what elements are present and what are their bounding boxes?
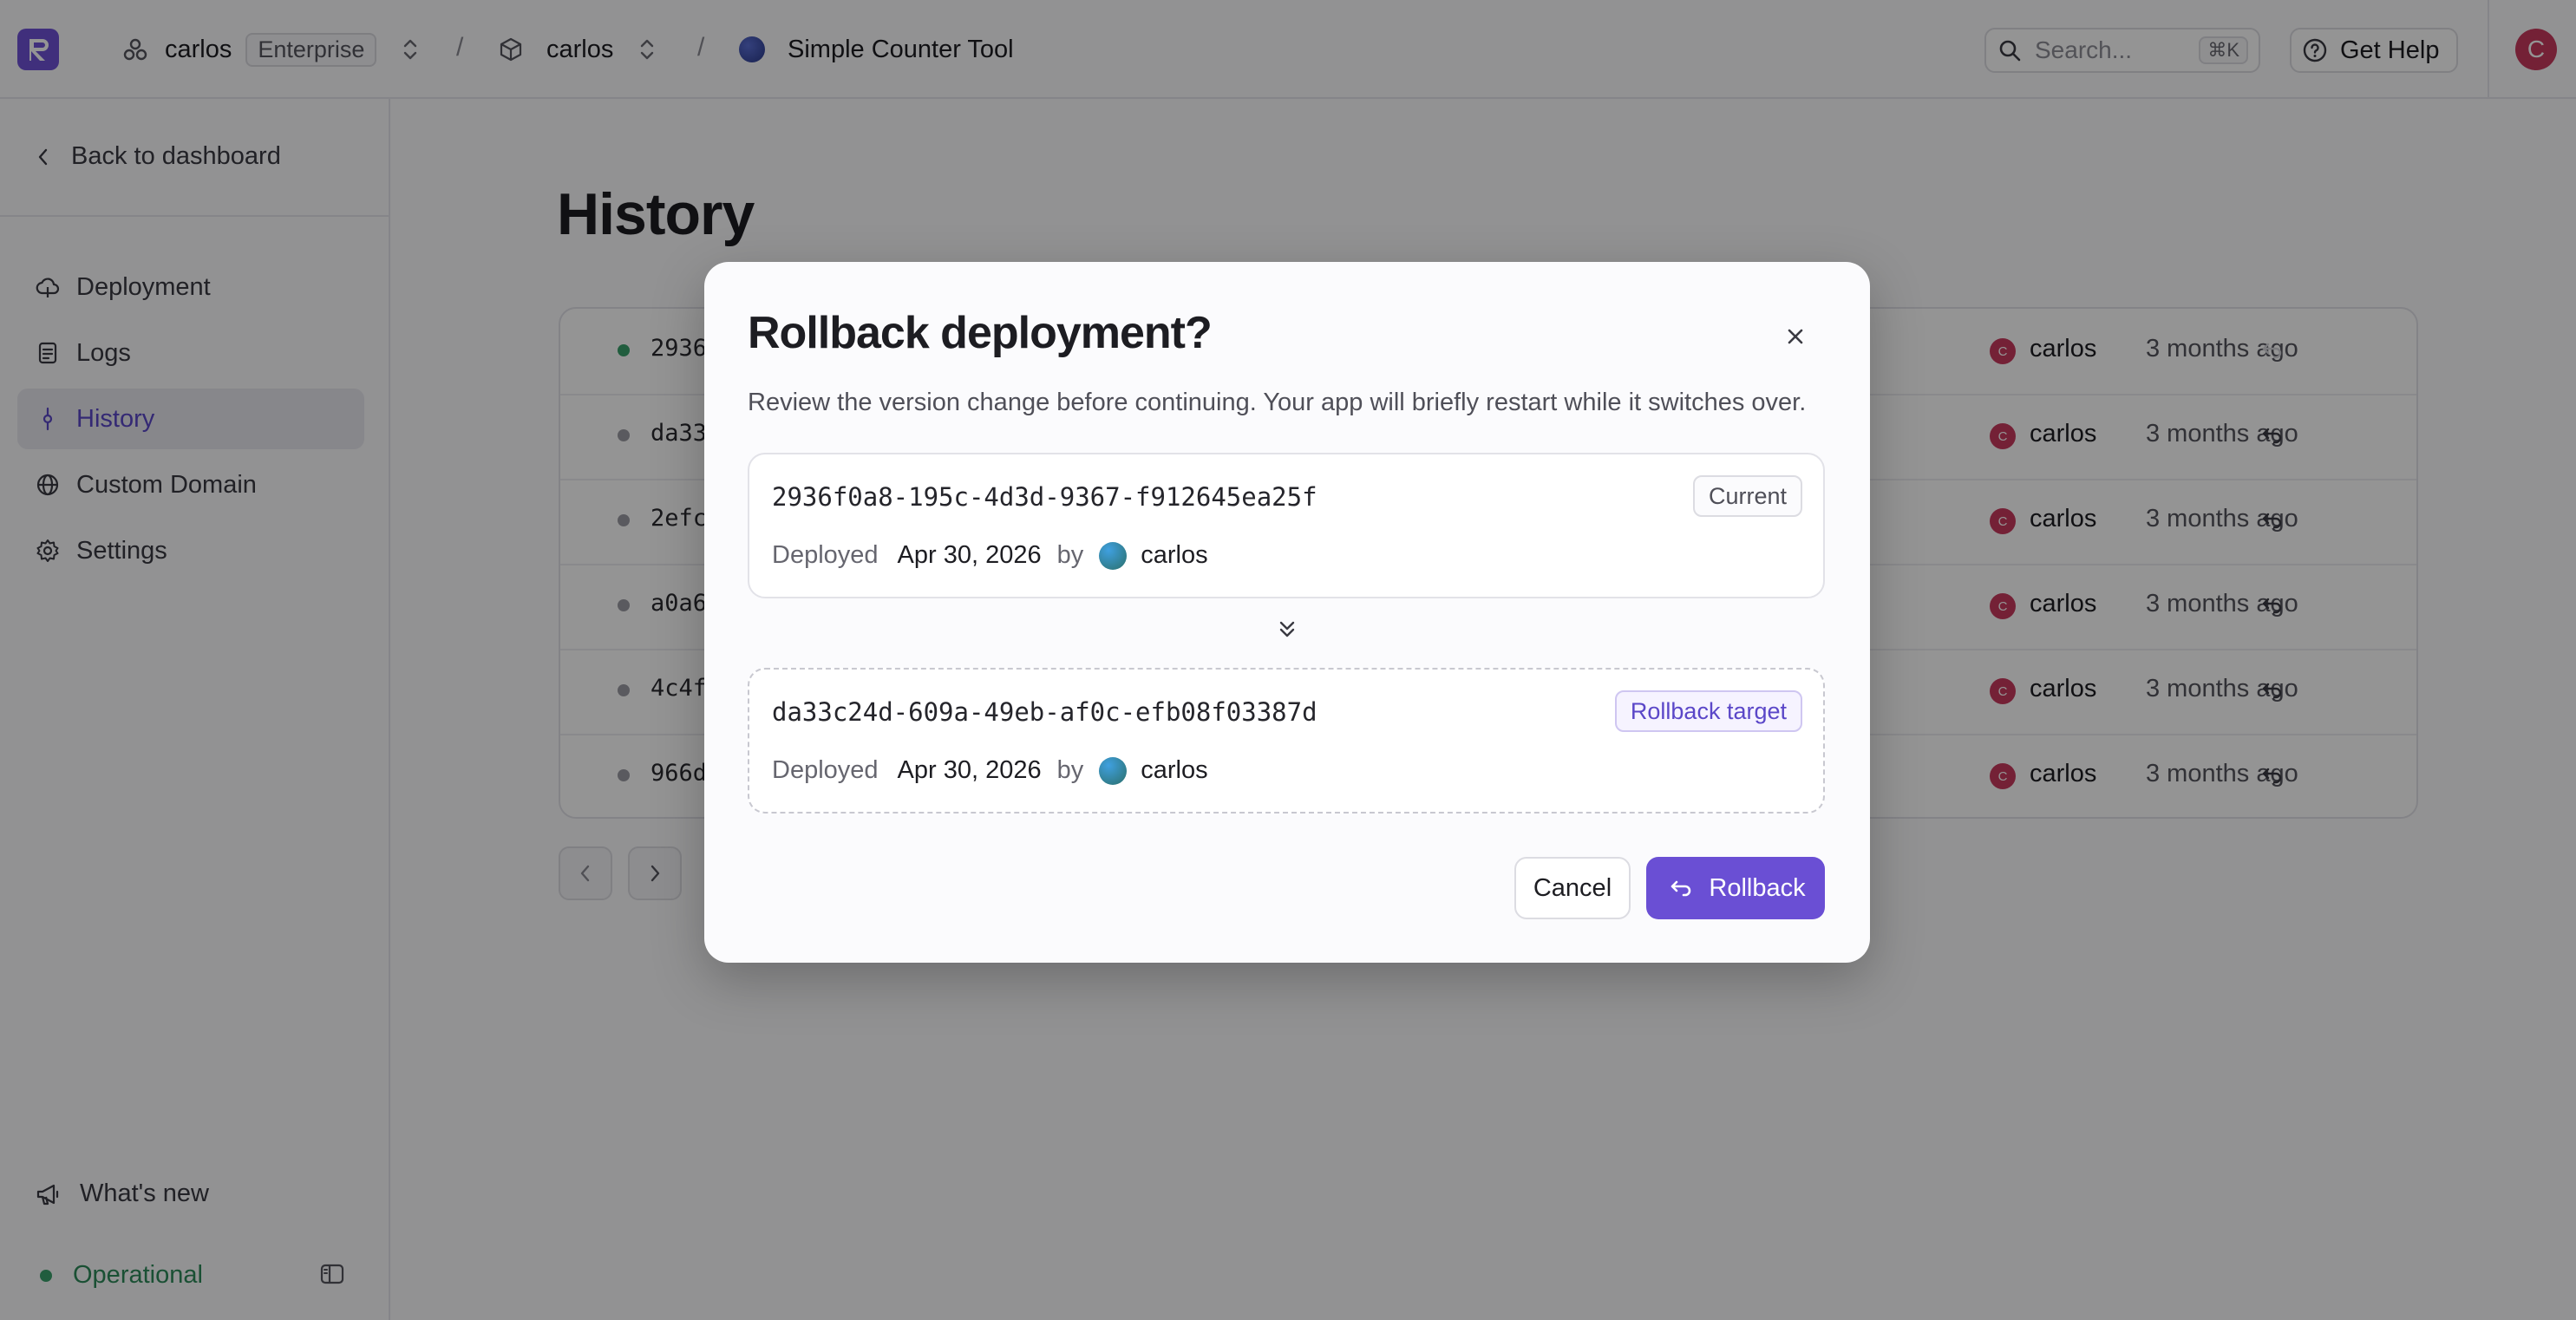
rollback-label: Rollback — [1709, 873, 1806, 902]
version-id: 2936f0a8-195c-4d3d-9367-f912645ea25f — [772, 482, 1317, 512]
rollback-dialog: Rollback deployment? Review the version … — [704, 262, 1870, 963]
app-root: carlos Enterprise / carlos / Simple Coun… — [0, 0, 2576, 1320]
rollback-target-card: da33c24d-609a-49eb-af0c-efb08f03387d Rol… — [748, 668, 1825, 814]
current-version-card: 2936f0a8-195c-4d3d-9367-f912645ea25f Cur… — [748, 453, 1825, 598]
cancel-button[interactable]: Cancel — [1514, 857, 1631, 919]
rollback-icon — [1665, 874, 1695, 902]
deployed-label: Deployed — [772, 541, 879, 569]
version-meta: Deployed Apr 30, 2026 by carlos — [772, 541, 1208, 570]
rollback-target-badge: Rollback target — [1614, 690, 1802, 732]
close-button[interactable] — [1778, 319, 1813, 354]
version-id: da33c24d-609a-49eb-af0c-efb08f03387d — [772, 697, 1317, 727]
dialog-title: Rollback deployment? — [748, 308, 1213, 358]
deployed-date: Apr 30, 2026 — [897, 756, 1042, 784]
version-meta: Deployed Apr 30, 2026 by carlos — [772, 756, 1208, 785]
by-label: by — [1056, 541, 1084, 569]
deployed-label: Deployed — [772, 756, 879, 784]
user-name: carlos — [1141, 756, 1208, 784]
rollback-button[interactable]: Rollback — [1646, 857, 1825, 919]
close-icon — [1784, 325, 1807, 348]
user-avatar — [1099, 541, 1128, 570]
deployed-date: Apr 30, 2026 — [897, 541, 1042, 569]
chevrons-down-icon — [1273, 616, 1301, 648]
dialog-description: Review the version change before continu… — [748, 389, 1807, 416]
current-badge: Current — [1692, 475, 1802, 517]
by-label: by — [1056, 756, 1084, 784]
user-name: carlos — [1141, 541, 1208, 569]
user-avatar — [1099, 756, 1128, 785]
